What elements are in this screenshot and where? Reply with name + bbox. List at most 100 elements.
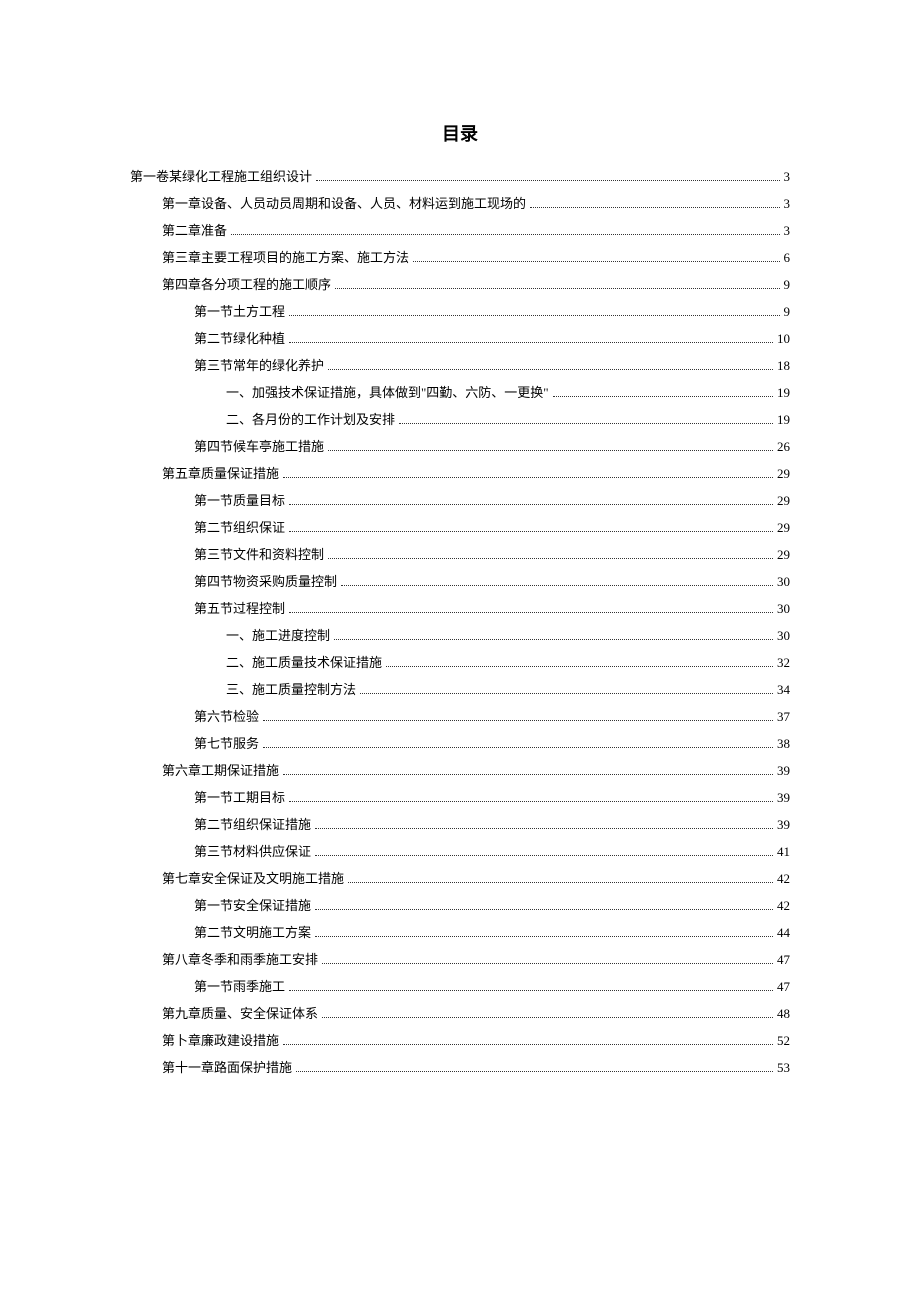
toc-entry-text: 第三节常年的绿化养护 bbox=[194, 359, 324, 372]
toc-leader-dots bbox=[553, 396, 773, 397]
toc-entry-page: 19 bbox=[777, 413, 790, 426]
toc-title: 目录 bbox=[130, 120, 790, 146]
toc-leader-dots bbox=[315, 855, 773, 856]
toc-leader-dots bbox=[231, 234, 779, 235]
toc-entry-text: 第十一章路面保护措施 bbox=[162, 1061, 292, 1074]
toc-leader-dots bbox=[263, 720, 773, 721]
toc-entry-page: 29 bbox=[777, 521, 790, 534]
toc-entry-text: 第三节材料供应保证 bbox=[194, 845, 311, 858]
toc-entry-text: 二、施工质量技术保证措施 bbox=[226, 656, 382, 669]
toc-leader-dots bbox=[289, 315, 779, 316]
toc-entry-page: 42 bbox=[777, 872, 790, 885]
toc-leader-dots bbox=[341, 585, 773, 586]
toc-entry: 二、施工质量技术保证措施 32 bbox=[226, 656, 790, 669]
toc-leader-dots bbox=[289, 990, 773, 991]
toc-entry-page: 47 bbox=[777, 953, 790, 966]
toc-entry-page: 29 bbox=[777, 467, 790, 480]
toc-entry-page: 39 bbox=[777, 818, 790, 831]
toc-entry-page: 44 bbox=[777, 926, 790, 939]
toc-entry-text: 第四节物资采购质量控制 bbox=[194, 575, 337, 588]
toc-entry-page: 10 bbox=[777, 332, 790, 345]
toc-entry: 第一节安全保证措施 42 bbox=[194, 899, 790, 912]
toc-entry: 第二节绿化种植 10 bbox=[194, 332, 790, 345]
toc-leader-dots bbox=[328, 369, 773, 370]
toc-leader-dots bbox=[399, 423, 773, 424]
toc-leader-dots bbox=[334, 639, 773, 640]
toc-entry: 二、各月份的工作计划及安排19 bbox=[226, 413, 790, 426]
toc-entry: 第八章冬季和雨季施工安排 47 bbox=[162, 953, 790, 966]
toc-entry: 第一节雨季施工 47 bbox=[194, 980, 790, 993]
toc-entry-text: 第二章准备 bbox=[162, 224, 227, 237]
toc-entry-text: 第七节服务 bbox=[194, 737, 259, 750]
toc-entry-page: 18 bbox=[777, 359, 790, 372]
toc-leader-dots bbox=[263, 747, 773, 748]
toc-entry-text: 第八章冬季和雨季施工安排 bbox=[162, 953, 318, 966]
toc-leader-dots bbox=[296, 1071, 773, 1072]
toc-entry: 一、加强技术保证措施，具体做到"四勤、六防、一更换"19 bbox=[226, 386, 790, 399]
toc-leader-dots bbox=[315, 936, 773, 937]
toc-entry-page: 53 bbox=[777, 1061, 790, 1074]
toc-entry-text: 一、加强技术保证措施，具体做到"四勤、六防、一更换" bbox=[226, 386, 549, 399]
toc-entry: 第三章主要工程项目的施工方案、施工方法6 bbox=[162, 251, 790, 264]
toc-leader-dots bbox=[289, 504, 773, 505]
toc-entry-text: 第三节文件和资料控制 bbox=[194, 548, 324, 561]
toc-leader-dots bbox=[413, 261, 779, 262]
toc-entry: 第四节候车亭施工措施 26 bbox=[194, 440, 790, 453]
toc-entry: 三、施工质量控制方法34 bbox=[226, 683, 790, 696]
toc-entry-text: 第一节安全保证措施 bbox=[194, 899, 311, 912]
toc-entry: 第一卷某绿化工程施工组织设计3 bbox=[130, 170, 790, 183]
toc-entry: 第六节检验 37 bbox=[194, 710, 790, 723]
toc-entry-page: 30 bbox=[777, 575, 790, 588]
toc-entry-page: 38 bbox=[777, 737, 790, 750]
toc-entry-text: 第六章工期保证措施 bbox=[162, 764, 279, 777]
toc-entry: 第一节土方工程9 bbox=[194, 305, 790, 318]
toc-entry-page: 30 bbox=[777, 629, 790, 642]
toc-entry-page: 32 bbox=[777, 656, 790, 669]
toc-leader-dots bbox=[315, 909, 773, 910]
toc-entry-text: 第五节过程控制 bbox=[194, 602, 285, 615]
toc-entry: 第二节组织保证措施 39 bbox=[194, 818, 790, 831]
toc-entry-page: 9 bbox=[784, 305, 791, 318]
toc-entry: 第一节质量目标29 bbox=[194, 494, 790, 507]
toc-entry: 第七章安全保证及文明施工措施 42 bbox=[162, 872, 790, 885]
toc-entry-page: 34 bbox=[777, 683, 790, 696]
toc-entry: 第二章准备3 bbox=[162, 224, 790, 237]
toc-entry-page: 39 bbox=[777, 764, 790, 777]
toc-entry: 第十一章路面保护措施 53 bbox=[162, 1061, 790, 1074]
toc-entry: 第一节工期目标39 bbox=[194, 791, 790, 804]
toc-entry-text: 第六节检验 bbox=[194, 710, 259, 723]
toc-entry-page: 37 bbox=[777, 710, 790, 723]
toc-leader-dots bbox=[530, 207, 779, 208]
toc-entry-page: 3 bbox=[784, 197, 791, 210]
toc-entry: 一、施工进度控制30 bbox=[226, 629, 790, 642]
toc-entry: 第九章质量、安全保证体系48 bbox=[162, 1007, 790, 1020]
toc-entry: 第三节材料供应保证41 bbox=[194, 845, 790, 858]
toc-entry: 第卜章廉政建设措施52 bbox=[162, 1034, 790, 1047]
toc-entry-text: 第一章设备、人员动员周期和设备、人员、材料运到施工现场的 bbox=[162, 197, 526, 210]
toc-entry-text: 第一节雨季施工 bbox=[194, 980, 285, 993]
toc-entry-text: 第二节绿化种植 bbox=[194, 332, 285, 345]
toc-entry-page: 39 bbox=[777, 791, 790, 804]
toc-entry: 第四节物资采购质量控制 30 bbox=[194, 575, 790, 588]
toc-entry-text: 第四节候车亭施工措施 bbox=[194, 440, 324, 453]
toc-leader-dots bbox=[360, 693, 773, 694]
toc-entry-page: 9 bbox=[784, 278, 791, 291]
toc-entry-text: 第一卷某绿化工程施工组织设计 bbox=[130, 170, 312, 183]
toc-entry-page: 42 bbox=[777, 899, 790, 912]
toc-container: 第一卷某绿化工程施工组织设计3第一章设备、人员动员周期和设备、人员、材料运到施工… bbox=[130, 170, 790, 1074]
toc-entry: 第二节组织保证 29 bbox=[194, 521, 790, 534]
toc-entry-page: 47 bbox=[777, 980, 790, 993]
toc-leader-dots bbox=[315, 828, 773, 829]
toc-leader-dots bbox=[322, 1017, 773, 1018]
toc-entry: 第五章质量保证措施29 bbox=[162, 467, 790, 480]
toc-entry-text: 第二节组织保证 bbox=[194, 521, 285, 534]
toc-entry-page: 26 bbox=[777, 440, 790, 453]
toc-leader-dots bbox=[386, 666, 773, 667]
toc-entry-text: 第二节组织保证措施 bbox=[194, 818, 311, 831]
toc-entry: 第三节文件和资料控制29 bbox=[194, 548, 790, 561]
toc-entry-text: 第九章质量、安全保证体系 bbox=[162, 1007, 318, 1020]
toc-leader-dots bbox=[316, 180, 779, 181]
toc-leader-dots bbox=[289, 531, 773, 532]
toc-entry-page: 30 bbox=[777, 602, 790, 615]
toc-entry-text: 第七章安全保证及文明施工措施 bbox=[162, 872, 344, 885]
